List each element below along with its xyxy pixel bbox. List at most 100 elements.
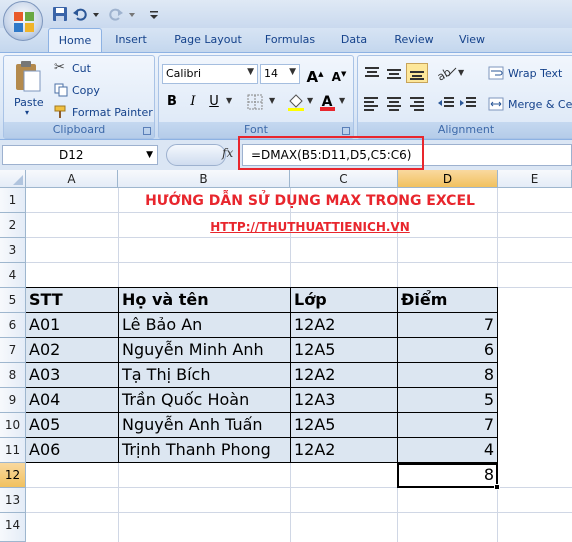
- chevron-down-icon[interactable]: ▼: [146, 146, 153, 164]
- table-cell[interactable]: 5: [398, 390, 497, 409]
- align-center-icon[interactable]: [384, 94, 404, 112]
- row-header-5[interactable]: 5: [0, 288, 26, 313]
- align-left-icon[interactable]: [362, 94, 382, 112]
- fill-color-icon[interactable]: [287, 93, 305, 111]
- table-cell[interactable]: 12A2: [291, 315, 397, 334]
- undo-dropdown-icon[interactable]: [92, 6, 100, 22]
- copy-button[interactable]: Copy: [52, 82, 152, 100]
- customize-qat-icon[interactable]: [148, 6, 160, 22]
- increase-indent-icon[interactable]: [458, 94, 478, 112]
- row-header-3[interactable]: 3: [0, 238, 26, 263]
- table-cell[interactable]: Tạ Thị Bích: [119, 365, 290, 384]
- tab-review[interactable]: Review: [386, 28, 442, 52]
- row-header-10[interactable]: 10: [0, 413, 26, 438]
- table-cell[interactable]: 7: [398, 315, 497, 334]
- chevron-down-icon[interactable]: ▼: [269, 96, 275, 105]
- table-cell[interactable]: 4: [398, 440, 497, 459]
- row-header-13[interactable]: 13: [0, 488, 26, 513]
- table-cell[interactable]: A06: [26, 440, 118, 459]
- sheet-url-link[interactable]: HTTP://THUTHUATTIENICH.VN: [120, 220, 500, 234]
- table-header-stt[interactable]: STT: [26, 290, 118, 309]
- borders-icon[interactable]: [247, 94, 265, 110]
- table-cell[interactable]: A05: [26, 415, 118, 434]
- underline-button[interactable]: U: [204, 92, 224, 112]
- table-cell[interactable]: A04: [26, 390, 118, 409]
- column-header-c[interactable]: C: [290, 170, 398, 188]
- align-right-icon[interactable]: [406, 94, 426, 112]
- chevron-down-icon[interactable]: ▼: [226, 96, 232, 105]
- tab-data[interactable]: Data: [334, 28, 374, 52]
- grow-font-button[interactable]: A▲: [305, 64, 325, 86]
- result-cell[interactable]: 8: [398, 465, 497, 484]
- column-header-a[interactable]: A: [26, 170, 118, 188]
- format-painter-button[interactable]: Format Painter: [52, 104, 156, 122]
- table-cell[interactable]: Nguyễn Anh Tuấn: [119, 415, 290, 434]
- orientation-icon[interactable]: ab: [436, 64, 458, 82]
- font-launcher-icon[interactable]: [342, 127, 350, 135]
- table-cell[interactable]: 8: [398, 365, 497, 384]
- tab-home[interactable]: Home: [48, 28, 102, 52]
- undo-icon[interactable]: [72, 6, 88, 22]
- select-all-button[interactable]: [0, 170, 26, 188]
- row-header-11[interactable]: 11: [0, 438, 26, 463]
- row-header-4[interactable]: 4: [0, 263, 26, 288]
- chevron-down-icon[interactable]: ▼: [307, 96, 313, 105]
- formula-bar-splitter[interactable]: [166, 144, 226, 166]
- table-header-class[interactable]: Lớp: [291, 290, 397, 309]
- redo-dropdown-icon[interactable]: [128, 6, 136, 22]
- worksheet-grid[interactable]: A B C D E 1 2 3 4 5 6 7 8 9 10 11 12 13 …: [0, 170, 572, 542]
- table-cell[interactable]: A02: [26, 340, 118, 359]
- save-icon[interactable]: [52, 6, 68, 22]
- row-header-6[interactable]: 6: [0, 313, 26, 338]
- row-header-2[interactable]: 2: [0, 213, 26, 238]
- tab-page-layout[interactable]: Page Layout: [166, 28, 250, 52]
- table-cell[interactable]: Trịnh Thanh Phong: [119, 440, 290, 459]
- cut-button[interactable]: ✂ Cut: [52, 60, 152, 78]
- merge-center-button[interactable]: Merge & Cer: [508, 98, 572, 111]
- table-cell[interactable]: 12A5: [291, 415, 397, 434]
- redo-icon[interactable]: [108, 6, 124, 22]
- italic-button[interactable]: I: [183, 92, 203, 112]
- column-header-d[interactable]: D: [398, 170, 498, 188]
- row-header-14[interactable]: 14: [0, 513, 26, 542]
- table-cell[interactable]: Trần Quốc Hoàn: [119, 390, 290, 409]
- row-header-7[interactable]: 7: [0, 338, 26, 363]
- table-cell[interactable]: 12A5: [291, 340, 397, 359]
- column-header-b[interactable]: B: [118, 170, 290, 188]
- font-size-select[interactable]: 14 ▼: [260, 64, 300, 84]
- align-top-icon[interactable]: [362, 64, 382, 82]
- chevron-down-icon[interactable]: ▼: [458, 68, 464, 77]
- name-box[interactable]: D12 ▼: [2, 145, 158, 165]
- bold-button[interactable]: B: [162, 92, 182, 112]
- chevron-down-icon[interactable]: ▼: [339, 96, 345, 105]
- table-cell[interactable]: 12A3: [291, 390, 397, 409]
- table-cell[interactable]: 6: [398, 340, 497, 359]
- font-color-button[interactable]: A: [317, 92, 337, 112]
- table-cell[interactable]: 12A2: [291, 440, 397, 459]
- decrease-indent-icon[interactable]: [436, 94, 456, 112]
- font-name-select[interactable]: Calibri ▼: [162, 64, 258, 84]
- tab-formulas[interactable]: Formulas: [258, 28, 322, 52]
- tab-insert[interactable]: Insert: [108, 28, 154, 52]
- clipboard-launcher-icon[interactable]: [143, 127, 151, 135]
- row-header-1[interactable]: 1: [0, 188, 26, 213]
- table-header-score[interactable]: Điểm: [398, 290, 497, 309]
- shrink-font-button[interactable]: A▼: [329, 64, 349, 84]
- wrap-text-button[interactable]: Wrap Text: [508, 67, 562, 80]
- office-button[interactable]: [3, 1, 43, 41]
- table-cell[interactable]: A01: [26, 315, 118, 334]
- tab-view[interactable]: View: [452, 28, 492, 52]
- fill-handle[interactable]: [494, 484, 500, 490]
- row-header-12[interactable]: 12: [0, 463, 26, 488]
- align-middle-icon[interactable]: [384, 64, 404, 82]
- table-cell[interactable]: A03: [26, 365, 118, 384]
- insert-function-button[interactable]: fx: [222, 146, 233, 160]
- row-header-9[interactable]: 9: [0, 388, 26, 413]
- table-cell[interactable]: Nguyễn Minh Anh: [119, 340, 290, 359]
- row-header-8[interactable]: 8: [0, 363, 26, 388]
- table-cell[interactable]: 12A2: [291, 365, 397, 384]
- align-bottom-button[interactable]: [406, 63, 428, 83]
- table-cell[interactable]: 7: [398, 415, 497, 434]
- paste-button[interactable]: Paste ▾: [8, 58, 48, 118]
- column-header-e[interactable]: E: [498, 170, 572, 188]
